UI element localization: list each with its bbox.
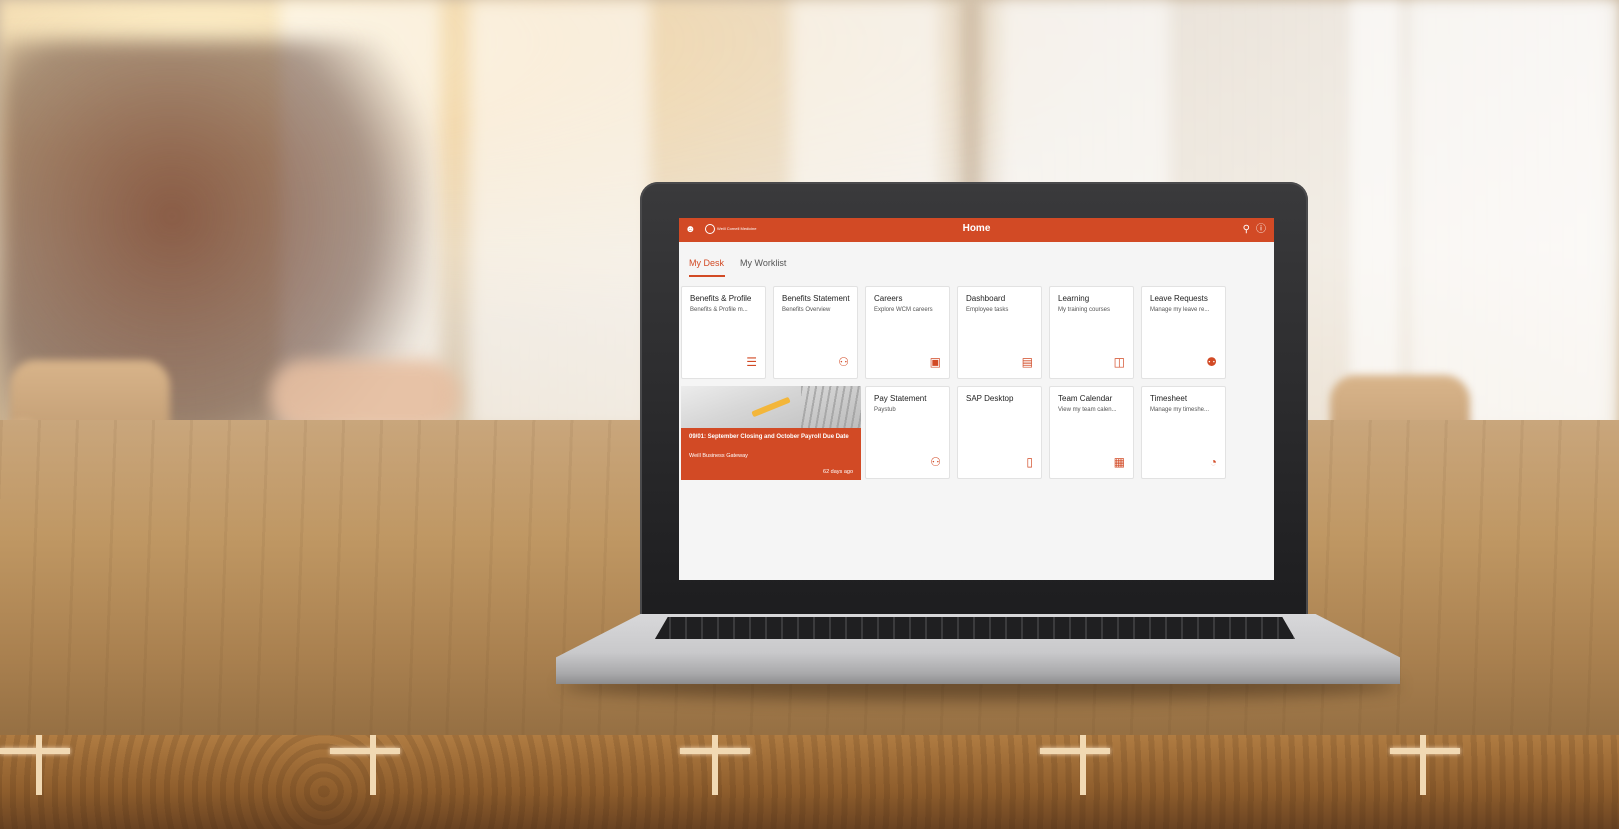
tile-sap-desktop[interactable]: SAP Desktop ▯ bbox=[957, 386, 1042, 479]
news-title: 09/01: September Closing and October Pay… bbox=[689, 434, 849, 440]
pencil bbox=[751, 396, 791, 418]
table-clamp bbox=[1080, 735, 1086, 795]
table-clamp bbox=[0, 748, 70, 754]
tile-title: Benefits Statement bbox=[782, 294, 850, 303]
document-icon: ▯ bbox=[1026, 455, 1033, 469]
page-title: Home bbox=[962, 223, 991, 234]
pay-statement-icon: ⚇ bbox=[930, 455, 941, 469]
tile-title: Benefits & Profile bbox=[690, 294, 752, 303]
tile-timesheet[interactable]: Timesheet Manage my timeshe... ◔ bbox=[1141, 386, 1226, 479]
tile-careers[interactable]: Careers Explore WCM careers ▣ bbox=[865, 286, 950, 379]
active-tab-indicator bbox=[689, 275, 725, 277]
table-clamp bbox=[330, 748, 400, 754]
timesheet-icon: ◔ bbox=[1209, 455, 1217, 469]
family-icon: ⚇ bbox=[838, 355, 849, 369]
tile-title: Leave Requests bbox=[1150, 294, 1208, 303]
search-icon[interactable]: ⚲ bbox=[1243, 223, 1250, 237]
tile-title: Learning bbox=[1058, 294, 1090, 303]
tile-subtitle: Manage my leave re... bbox=[1150, 307, 1210, 313]
leave-request-icon: ⚉ bbox=[1206, 355, 1217, 369]
news-image bbox=[681, 386, 861, 428]
briefcase-icon: ▣ bbox=[929, 355, 941, 369]
tile-benefits-statement[interactable]: Benefits Statement Benefits Overview ⚇ bbox=[773, 286, 858, 379]
news-tile[interactable]: 09/01: September Closing and October Pay… bbox=[681, 386, 861, 480]
laptop-keyboard bbox=[655, 617, 1295, 639]
tile-leave-requests[interactable]: Leave Requests Manage my leave re... ⚉ bbox=[1141, 286, 1226, 379]
tile-dashboard[interactable]: Dashboard Employee tasks ▤ bbox=[957, 286, 1042, 379]
tab-my-worklist[interactable]: My Worklist bbox=[740, 258, 786, 268]
tile-pay-statement[interactable]: Pay Statement Paystub ⚇ bbox=[865, 386, 950, 479]
tile-team-calendar[interactable]: Team Calendar View my team calen... ▦ bbox=[1049, 386, 1134, 479]
table-edge bbox=[0, 735, 1619, 829]
blurred-pillar bbox=[1350, 0, 1400, 430]
tile-benefits-profile[interactable]: Benefits & Profile Benefits & Profile m.… bbox=[681, 286, 766, 379]
tile-subtitle: Manage my timeshe... bbox=[1150, 407, 1210, 413]
blurred-window bbox=[470, 0, 650, 430]
tile-title: Dashboard bbox=[966, 294, 1006, 303]
tab-my-desk[interactable]: My Desk bbox=[689, 258, 724, 268]
news-body: 09/01: September Closing and October Pay… bbox=[681, 428, 861, 480]
tile-subtitle: Paystub bbox=[874, 407, 896, 413]
blurred-window bbox=[1410, 0, 1610, 430]
tile-subtitle: My training courses bbox=[1058, 307, 1111, 313]
tile-learning[interactable]: Learning My training courses ◫ bbox=[1049, 286, 1134, 379]
dashboard-icon: ▤ bbox=[1021, 355, 1033, 369]
tile-title: Pay Statement bbox=[874, 394, 927, 403]
table-clamp bbox=[36, 735, 42, 795]
tile-subtitle: Explore WCM careers bbox=[874, 307, 933, 313]
team-calendar-icon: ▦ bbox=[1113, 455, 1125, 469]
table-clamp bbox=[370, 735, 376, 795]
tile-title: Team Calendar bbox=[1058, 394, 1113, 403]
news-age: 62 days ago bbox=[823, 469, 853, 475]
help-icon[interactable]: ⓘ bbox=[1256, 223, 1266, 237]
table-clamp bbox=[1420, 735, 1426, 795]
tile-subtitle: Benefits Overview bbox=[782, 307, 831, 313]
shell-bar: ☻ Weill Cornell Medicine Home ⚲ ⓘ bbox=[679, 218, 1274, 242]
list-icon: ☰ bbox=[746, 355, 757, 369]
learning-icon: ◫ bbox=[1113, 355, 1125, 369]
tile-subtitle: View my team calen... bbox=[1058, 407, 1117, 413]
table-clamp bbox=[1040, 748, 1110, 754]
news-source: Weill Business Gateway bbox=[689, 453, 748, 459]
tile-subtitle: Benefits & Profile m... bbox=[690, 307, 748, 313]
tile-title: Timesheet bbox=[1150, 394, 1188, 403]
notebook-spiral bbox=[801, 386, 861, 428]
tile-subtitle: Employee tasks bbox=[966, 307, 1009, 313]
table-clamp bbox=[712, 735, 718, 795]
tile-title: SAP Desktop bbox=[966, 394, 1014, 403]
laptop-screen: ☻ Weill Cornell Medicine Home ⚲ ⓘ My Des… bbox=[679, 218, 1274, 580]
tile-title: Careers bbox=[874, 294, 903, 303]
